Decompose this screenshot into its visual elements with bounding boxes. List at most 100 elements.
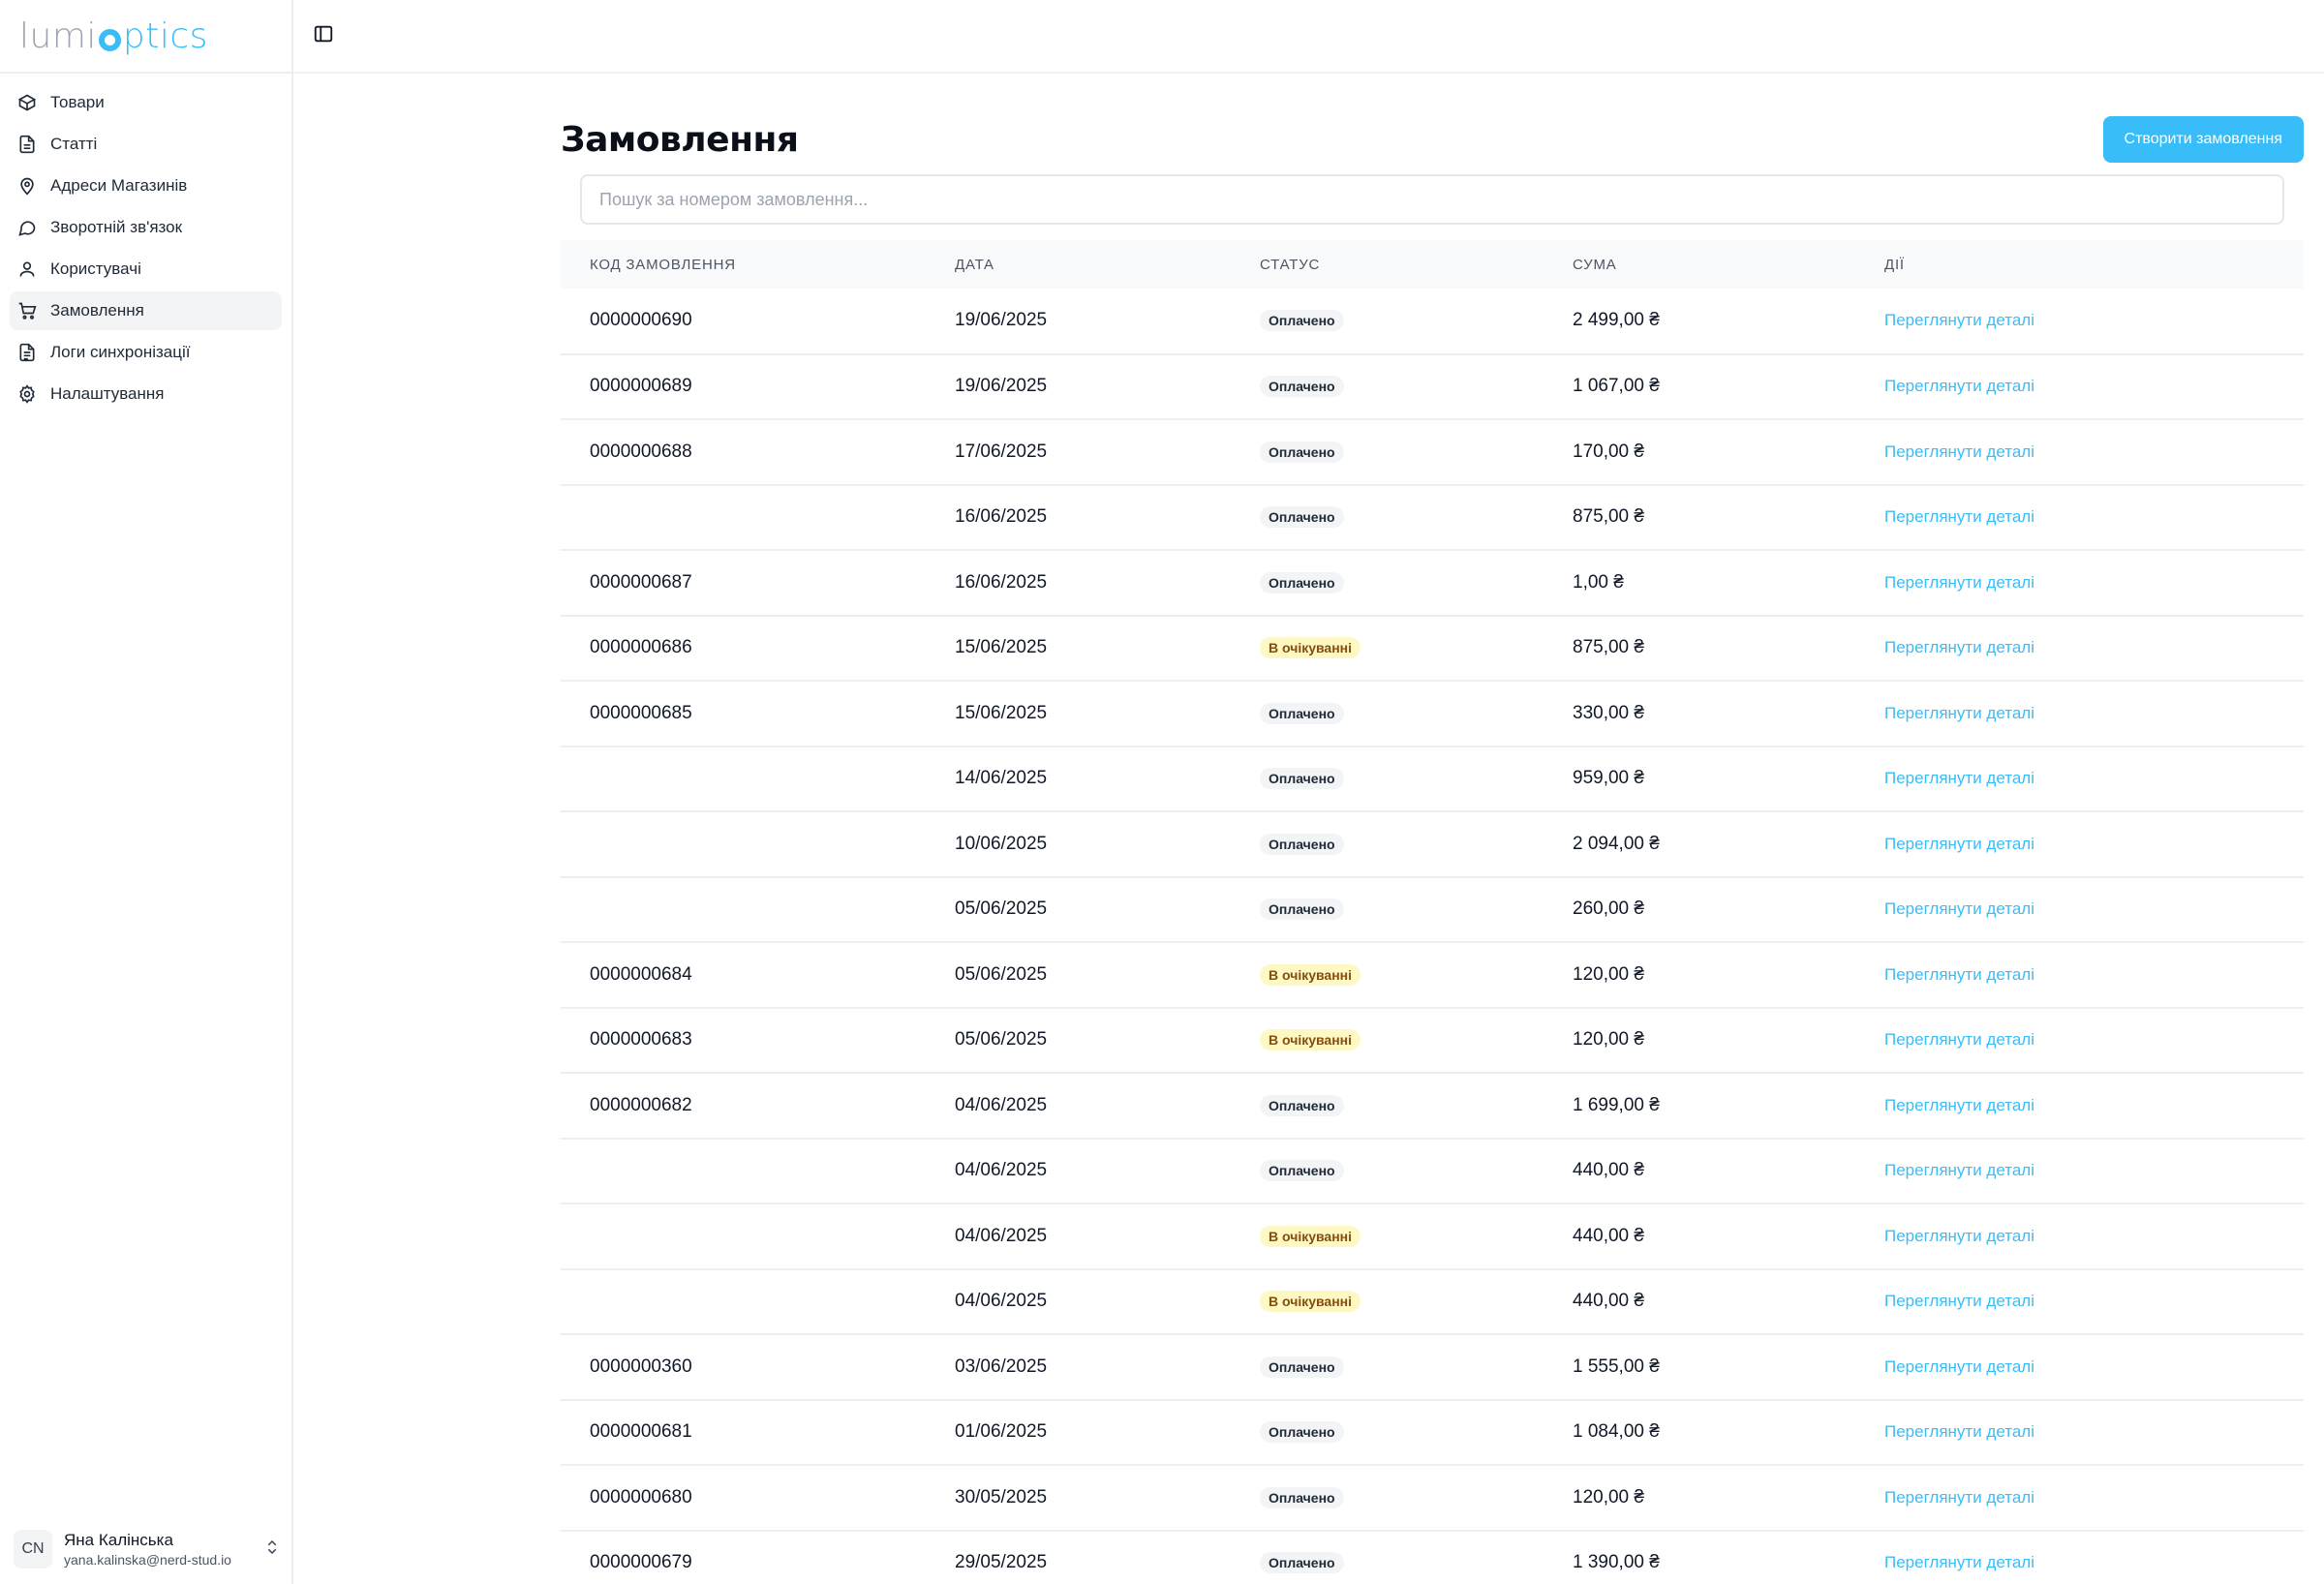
order-actions: Переглянути деталі — [1884, 1007, 2304, 1074]
order-status-cell: Оплачено — [1260, 419, 1573, 486]
orders-table-body: 0000000690 19/06/2025 Оплачено 2 499,00 ₴ Пе… — [561, 289, 2304, 1584]
order-sum: 1,00 ₴ — [1573, 550, 1884, 617]
column-header-date: Дата — [955, 256, 994, 273]
view-details-link[interactable]: Переглянути деталі — [1884, 835, 2034, 853]
order-sum: 120,00 ₴ — [1573, 1007, 1884, 1074]
view-details-link[interactable]: Переглянути деталі — [1884, 1227, 2034, 1245]
order-code: 0000000683 — [561, 1007, 955, 1074]
view-details-link[interactable]: Переглянути деталі — [1884, 1030, 2034, 1049]
sidebar-toggle-icon[interactable] — [313, 23, 334, 49]
user-icon — [19, 261, 35, 277]
view-details-link[interactable]: Переглянути деталі — [1884, 1357, 2034, 1376]
sidebar-item-products[interactable]: Товари — [10, 83, 282, 122]
status-badge: Оплачено — [1260, 833, 1344, 855]
page-title: Замовлення — [561, 119, 799, 160]
table-row: 0000000689 19/06/2025 Оплачено 1 067,00 ₴ Пе… — [561, 353, 2304, 420]
order-actions: Переглянути деталі — [1884, 1203, 2304, 1270]
sidebar-item-store-addresses[interactable]: Адреси Магазинів — [10, 167, 282, 205]
view-details-link[interactable]: Переглянути деталі — [1884, 965, 2034, 984]
main-area: Замовлення Створити замовлення Код замов… — [293, 0, 2324, 1584]
view-details-link[interactable]: Переглянути деталі — [1884, 1096, 2034, 1114]
status-badge: В очікуванні — [1260, 637, 1361, 659]
view-details-link[interactable]: Переглянути деталі — [1884, 704, 2034, 722]
chevrons-up-down-icon[interactable] — [263, 1538, 281, 1561]
order-actions: Переглянути деталі — [1884, 353, 2304, 420]
sidebar-item-users[interactable]: Користувачі — [10, 250, 282, 289]
order-code: 0000000688 — [561, 419, 955, 486]
order-date: 14/06/2025 — [955, 746, 1260, 812]
sidebar-item-articles[interactable]: Статті — [10, 125, 282, 164]
status-badge: Оплачено — [1260, 310, 1344, 332]
sidebar-item-sync-logs[interactable]: Логи синхронізації — [10, 333, 282, 372]
sidebar-item-label: Статті — [50, 135, 98, 153]
order-actions: Переглянути деталі — [1884, 746, 2304, 812]
order-code: 0000000682 — [561, 1073, 955, 1140]
user-menu[interactable]: CN Яна Калінська yana.kalinska@nerd-stud… — [14, 1524, 281, 1574]
view-details-link[interactable]: Переглянути деталі — [1884, 769, 2034, 787]
status-badge: Оплачено — [1260, 571, 1344, 594]
view-details-link[interactable]: Переглянути деталі — [1884, 1488, 2034, 1507]
sidebar-item-label: Замовлення — [50, 301, 144, 320]
order-code — [561, 746, 955, 812]
order-status-cell: Оплачено — [1260, 681, 1573, 747]
order-sum: 440,00 ₴ — [1573, 1138, 1884, 1204]
order-code: 0000000680 — [561, 1465, 955, 1532]
view-details-link[interactable]: Переглянути деталі — [1884, 377, 2034, 395]
view-details-link[interactable]: Переглянути деталі — [1884, 638, 2034, 656]
view-details-link[interactable]: Переглянути деталі — [1884, 507, 2034, 526]
table-header-row: Код замовлення Дата Статус Сума Дії — [561, 240, 2304, 289]
view-details-link[interactable]: Переглянути деталі — [1884, 311, 2034, 329]
order-date: 19/06/2025 — [955, 289, 1260, 355]
table-row: 0000000690 19/06/2025 Оплачено 2 499,00 ₴ Пе… — [561, 289, 2304, 355]
order-actions: Переглянути деталі — [1884, 1334, 2304, 1401]
order-code: 0000000679 — [561, 1530, 955, 1584]
order-actions: Переглянути деталі — [1884, 1268, 2304, 1335]
order-sum: 1 084,00 ₴ — [1573, 1399, 1884, 1466]
create-order-button[interactable]: Створити замовлення — [2102, 116, 2304, 163]
order-date: 04/06/2025 — [955, 1138, 1260, 1204]
order-sum: 1 699,00 ₴ — [1573, 1073, 1884, 1140]
order-status-cell: Оплачено — [1260, 1138, 1573, 1204]
view-details-link[interactable]: Переглянути деталі — [1884, 573, 2034, 592]
view-details-link[interactable]: Переглянути деталі — [1884, 899, 2034, 918]
sidebar-item-label: Користувачі — [50, 259, 141, 278]
order-actions: Переглянути деталі — [1884, 1399, 2304, 1466]
order-sum: 170,00 ₴ — [1573, 419, 1884, 486]
chat-icon — [18, 221, 36, 236]
sidebar-item-orders[interactable]: Замовлення — [10, 291, 282, 330]
table-row: 0000000680 30/05/2025 Оплачено 120,00 ₴ Пере… — [561, 1465, 2304, 1532]
status-badge: Оплачено — [1260, 1160, 1344, 1182]
view-details-link[interactable]: Переглянути деталі — [1884, 1161, 2034, 1179]
orders-content: Замовлення Створити замовлення Код замов… — [561, 74, 2304, 1584]
order-date: 15/06/2025 — [955, 681, 1260, 747]
order-status-cell: В очікуванні — [1260, 1203, 1573, 1270]
order-code: 0000000360 — [561, 1334, 955, 1401]
table-row: 04/06/2025 В очікуванні 440,00 ₴ Переглянут… — [561, 1203, 2304, 1270]
order-date: 19/06/2025 — [955, 353, 1260, 420]
sidebar-item-settings[interactable]: Налаштування — [10, 375, 282, 413]
view-details-link[interactable]: Переглянути деталі — [1884, 1422, 2034, 1441]
search-wrap — [561, 170, 2304, 225]
user-info: Яна Калінська yana.kalinska@nerd-stud.io — [64, 1531, 252, 1568]
table-row: 0000000684 05/06/2025 В очікуванні 120,00 ₴… — [561, 942, 2304, 1009]
status-badge: В очікуванні — [1260, 963, 1361, 986]
view-details-link[interactable]: Переглянути деталі — [1884, 442, 2034, 461]
sidebar-item-feedback[interactable]: Зворотній зв'язок — [10, 208, 282, 247]
order-actions: Переглянути деталі — [1884, 1073, 2304, 1140]
logo[interactable]: lumi ptics — [0, 0, 291, 74]
view-details-link[interactable]: Переглянути деталі — [1884, 1553, 2034, 1571]
order-code — [561, 1268, 955, 1335]
table-row: 0000000688 17/06/2025 Оплачено 170,00 ₴ Пере… — [561, 419, 2304, 486]
column-header-code: Код замовлення — [590, 256, 736, 273]
order-date: 05/06/2025 — [955, 1007, 1260, 1074]
search-input[interactable] — [580, 174, 2284, 225]
orders-table: Код замовлення Дата Статус Сума Дії 0000… — [561, 240, 2304, 1584]
user-email: yana.kalinska@nerd-stud.io — [64, 1552, 231, 1568]
view-details-link[interactable]: Переглянути деталі — [1884, 1292, 2034, 1310]
order-actions: Переглянути деталі — [1884, 1530, 2304, 1584]
table-row: 0000000682 04/06/2025 Оплачено 1 699,00 ₴ Пе… — [561, 1073, 2304, 1140]
avatar: CN — [14, 1530, 52, 1569]
order-date: 30/05/2025 — [955, 1465, 1260, 1532]
map-pin-icon — [20, 177, 34, 196]
order-code — [561, 811, 955, 878]
